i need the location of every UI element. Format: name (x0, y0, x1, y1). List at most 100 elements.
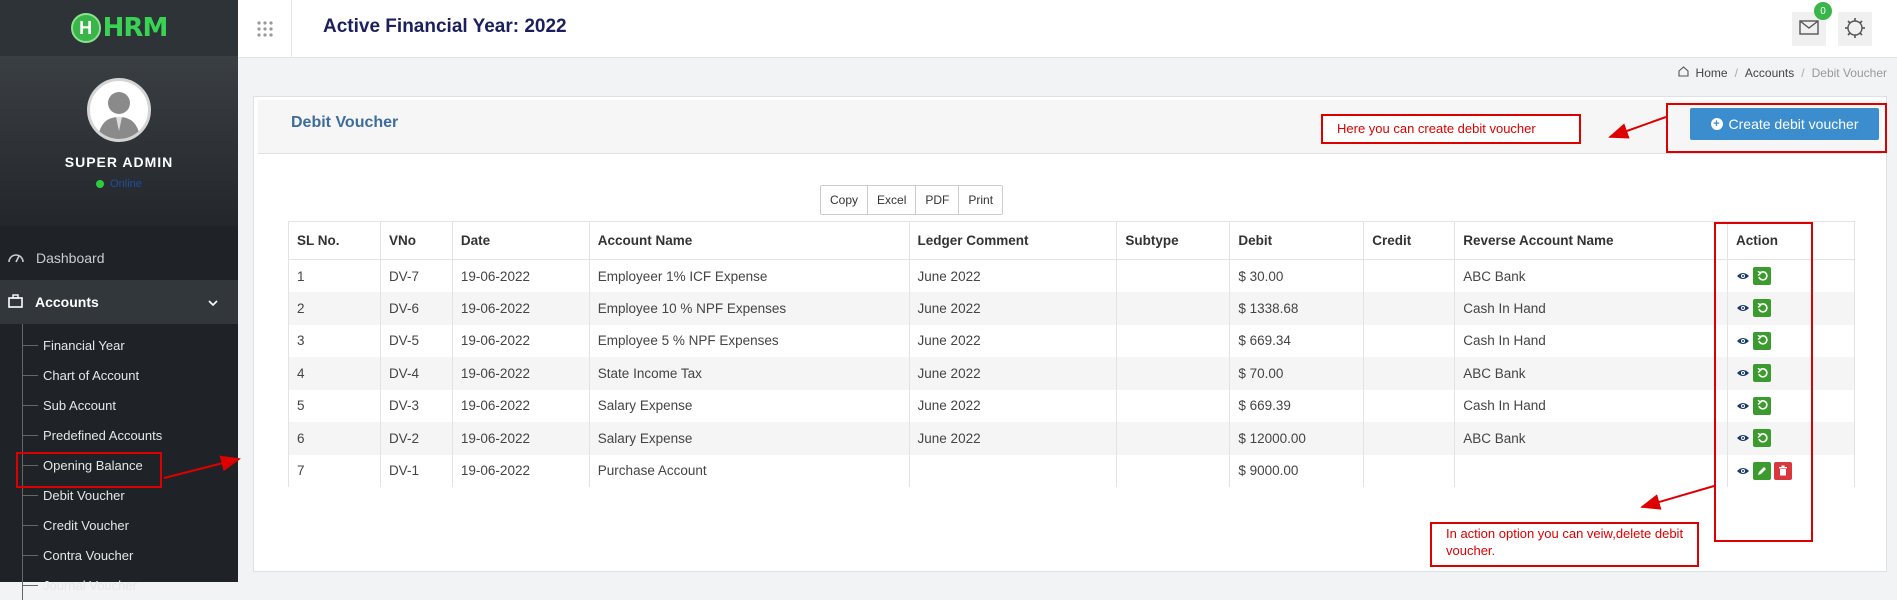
briefcase-icon (8, 293, 23, 311)
cell-debit: $ 12000.00 (1229, 422, 1365, 455)
sidebar: H HRM SUPER ADMIN Online Dashboard Accou… (0, 0, 238, 600)
debit-voucher-table: SL No. VNo Date Account Name Ledger Comm… (288, 221, 1855, 487)
table-body: 1 DV-7 19-06-2022 Employeer 1% ICF Expense J… (288, 259, 1855, 487)
cell-date: 19-06-2022 (451, 292, 590, 325)
breadcrumb-accounts[interactable]: Accounts (1745, 66, 1794, 80)
sidebar-subitem-contra-voucher[interactable]: Contra Voucher (0, 540, 238, 570)
cell-sl-no: 2 (288, 292, 381, 325)
export-buttons: Copy Excel PDF Print (820, 185, 1004, 215)
cell-account-name: Employeer 1% ICF Expense (588, 259, 910, 292)
breadcrumb: Home / Accounts / Debit Voucher (1677, 66, 1887, 80)
sidebar-subitem-chart-of-account[interactable]: Chart of Account (0, 360, 238, 390)
cell-subtype (1116, 259, 1231, 292)
excel-button[interactable]: Excel (867, 185, 917, 215)
sidebar-item-dashboard[interactable]: Dashboard (0, 236, 238, 280)
cell-date: 19-06-2022 (451, 454, 590, 487)
cell-reverse-account-name: Cash In Hand (1454, 292, 1728, 325)
breadcrumb-home[interactable]: Home (1696, 66, 1728, 80)
mail-button[interactable]: 0 (1792, 2, 1832, 46)
table-row: 2 DV-6 19-06-2022 Employee 10 % NPF Expense… (288, 292, 1855, 325)
cell-ledger-comment (908, 454, 1118, 487)
cell-account-name: Salary Expense (588, 389, 910, 422)
cell-ledger-comment: June 2022 (908, 259, 1118, 292)
gear-icon (1844, 17, 1866, 42)
cell-account-name: Employee 5 % NPF Expenses (588, 324, 910, 357)
table-row: 5 DV-3 19-06-2022 Salary Expense June 2022 $ … (288, 389, 1855, 422)
cell-vno: DV-1 (379, 454, 453, 487)
cell-ledger-comment: June 2022 (908, 292, 1118, 325)
print-button[interactable]: Print (958, 185, 1004, 215)
sidebar-subitem-predefined-accounts[interactable]: Predefined Accounts (0, 420, 238, 450)
table-row: 7 DV-1 19-06-2022 Purchase Account $ 9000.00 (288, 454, 1855, 487)
sidebar-subitem-financial-year[interactable]: Financial Year (0, 330, 238, 360)
cell-reverse-account-name: ABC Bank (1454, 422, 1728, 455)
cell-sl-no: 7 (288, 454, 381, 487)
sidebar-subitem-sub-account[interactable]: Sub Account (0, 390, 238, 420)
cell-credit (1363, 454, 1456, 487)
cell-subtype (1116, 422, 1231, 455)
cell-reverse-account-name: ABC Bank (1454, 259, 1728, 292)
cell-vno: DV-5 (379, 324, 453, 357)
column-header[interactable]: Subtype (1116, 221, 1231, 260)
cell-credit (1363, 292, 1456, 325)
page-title: Active Financial Year: 2022 (323, 16, 567, 37)
avatar (87, 78, 151, 142)
debit-voucher-panel: Debit Voucher + Create debit voucher Cop… (253, 96, 1887, 572)
cell-subtype (1116, 454, 1231, 487)
table-row: 3 DV-5 19-06-2022 Employee 5 % NPF Expenses… (288, 324, 1855, 357)
cell-date: 19-06-2022 (451, 389, 590, 422)
online-dot-icon (96, 180, 105, 188)
copy-button[interactable]: Copy (820, 185, 869, 215)
annotation-create-note: Here you can create debit voucher (1321, 114, 1581, 144)
column-header[interactable]: VNo (379, 221, 453, 260)
cell-account-name: Salary Expense (588, 422, 910, 455)
cell-reverse-account-name: Cash In Hand (1454, 389, 1728, 422)
sidebar-item-label: Accounts (35, 294, 99, 310)
cell-date: 19-06-2022 (451, 357, 590, 390)
cell-debit: $ 70.00 (1229, 357, 1365, 390)
column-header[interactable]: Account Name (588, 221, 910, 260)
column-header[interactable]: Debit (1229, 221, 1365, 260)
top-header: Active Financial Year: 2022 0 (238, 0, 1897, 58)
cell-sl-no: 3 (288, 324, 381, 357)
sidebar-subitem-credit-voucher[interactable]: Credit Voucher (0, 510, 238, 540)
cell-ledger-comment: June 2022 (908, 422, 1118, 455)
cell-subtype (1116, 324, 1231, 357)
cell-vno: DV-2 (379, 422, 453, 455)
cell-date: 19-06-2022 (451, 324, 590, 357)
cell-debit: $ 30.00 (1229, 259, 1365, 292)
table-row: 6 DV-2 19-06-2022 Salary Expense June 2022 $ … (288, 422, 1855, 455)
cell-sl-no: 5 (288, 389, 381, 422)
cell-account-name: Purchase Account (588, 454, 910, 487)
column-header[interactable]: SL No. (288, 221, 381, 260)
cell-debit: $ 669.34 (1229, 324, 1365, 357)
cell-reverse-account-name (1454, 454, 1728, 487)
cell-vno: DV-3 (379, 389, 453, 422)
user-profile: SUPER ADMIN Online (0, 56, 238, 226)
cell-reverse-account-name: ABC Bank (1454, 357, 1728, 390)
column-header[interactable]: Credit (1363, 221, 1456, 260)
settings-button[interactable] (1838, 12, 1872, 46)
column-header[interactable]: Reverse Account Name (1454, 221, 1728, 260)
apps-grid-icon[interactable] (238, 0, 292, 58)
sidebar-item-accounts[interactable]: Accounts (0, 280, 238, 324)
cell-ledger-comment: June 2022 (908, 389, 1118, 422)
cell-account-name: Employee 10 % NPF Expenses (588, 292, 910, 325)
cell-sl-no: 6 (288, 422, 381, 455)
panel-header: Debit Voucher (258, 100, 1882, 154)
pdf-button[interactable]: PDF (915, 185, 960, 215)
dashboard-icon (8, 250, 24, 266)
logo-badge: H (70, 13, 101, 43)
cell-sl-no: 1 (288, 259, 381, 292)
cell-vno: DV-6 (379, 292, 453, 325)
app-logo[interactable]: H HRM (0, 0, 238, 56)
cell-subtype (1116, 357, 1231, 390)
cell-date: 19-06-2022 (451, 259, 590, 292)
cell-credit (1363, 389, 1456, 422)
column-header[interactable]: Ledger Comment (908, 221, 1118, 260)
cell-debit: $ 1338.68 (1229, 292, 1365, 325)
column-header[interactable]: Date (451, 221, 590, 260)
cell-date: 19-06-2022 (451, 422, 590, 455)
sidebar-subitem-journal-voucher[interactable]: Journal Voucher (0, 570, 238, 600)
cell-vno: DV-7 (379, 259, 453, 292)
